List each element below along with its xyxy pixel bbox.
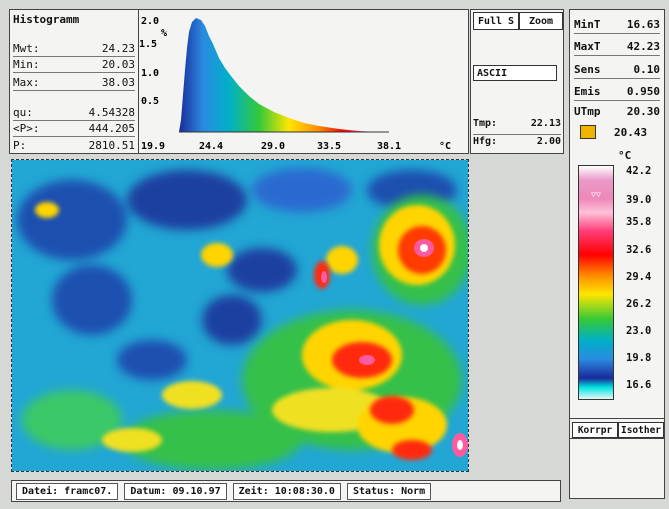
y-tick-0.5: 0.5 bbox=[141, 96, 159, 107]
param-emis[interactable]: Emis 0.950 bbox=[574, 83, 660, 101]
stat-label: qu: bbox=[13, 105, 33, 119]
param-value: 42.23 bbox=[626, 40, 660, 53]
scale-label-42.2: 42.2 bbox=[626, 165, 652, 177]
tmp-readout: Tmp: 22.13 bbox=[473, 118, 561, 135]
param-value: 20.30 bbox=[626, 105, 660, 118]
histogram-distribution bbox=[179, 18, 379, 132]
x-tick-33.5: 33.5 bbox=[317, 141, 341, 152]
stat-row-p-mean: <P>: 444.205 bbox=[13, 120, 135, 137]
stat-value: 20.03 bbox=[101, 57, 135, 71]
tmp-label: Tmp: bbox=[473, 118, 498, 129]
param-mint[interactable]: MinT 16.63 bbox=[574, 16, 660, 34]
y-unit-label: % bbox=[161, 28, 167, 39]
cursor-value: 20.43 bbox=[614, 126, 648, 139]
stat-label: Mwt: bbox=[13, 41, 40, 55]
scale-label-23.0: 23.0 bbox=[626, 325, 652, 337]
histogram-title: Histogramm bbox=[13, 13, 80, 26]
scale-label-32.6: 32.6 bbox=[626, 244, 652, 256]
param-value: 0.950 bbox=[626, 85, 660, 98]
histogram-stats-panel: Histogramm Mwt: 24.23 Min: 20.03 Max: 38.03… bbox=[9, 9, 139, 154]
full-screen-button[interactable]: Full S bbox=[473, 12, 519, 30]
param-utmp[interactable]: UTmp 20.30 bbox=[574, 103, 660, 120]
param-label: MinT bbox=[574, 18, 601, 31]
x-tick-29.0: 29.0 bbox=[261, 141, 285, 152]
thermal-image[interactable] bbox=[11, 159, 469, 472]
y-tick-2.0: 2.0 bbox=[141, 16, 159, 27]
param-value: 0.10 bbox=[633, 63, 661, 76]
scale-label-26.2: 26.2 bbox=[626, 298, 652, 310]
param-label: UTmp bbox=[574, 105, 601, 118]
x-unit-label: °C bbox=[439, 141, 451, 152]
hfg-value: 2.00 bbox=[536, 136, 561, 147]
zoom-button[interactable]: Zoom bbox=[519, 12, 563, 30]
param-label: Emis bbox=[574, 85, 601, 98]
stat-label: Max: bbox=[13, 75, 40, 89]
ascii-button[interactable]: ASCII bbox=[473, 65, 557, 81]
scale-label-29.4: 29.4 bbox=[626, 271, 652, 283]
status-mode: Status: Norm bbox=[346, 482, 432, 500]
scale-label-16.6: 16.6 bbox=[626, 379, 652, 391]
panel-divider bbox=[570, 418, 664, 419]
stat-value: 4.54328 bbox=[88, 105, 135, 119]
scale-unit: °C bbox=[618, 149, 632, 162]
status-filename: Datei: framc07. bbox=[16, 482, 119, 500]
camera-parameters-panel: MinT 16.63 MaxT 42.23 Sens 0.10 Emis 0.950 U… bbox=[569, 9, 665, 499]
param-value: 16.63 bbox=[626, 18, 660, 31]
status-time: Zeit: 10:08:30.0 bbox=[232, 482, 341, 500]
stat-value: 444.205 bbox=[88, 121, 135, 135]
stat-row-max: Max: 38.03 bbox=[13, 74, 135, 91]
stat-row-p: P: 2810.51 bbox=[13, 137, 135, 153]
y-tick-1.5: 1.5 bbox=[139, 39, 157, 50]
stat-value: 38.03 bbox=[101, 75, 135, 89]
isotherm-marker-icon: ▽▽ bbox=[591, 190, 601, 199]
param-label: MaxT bbox=[574, 40, 601, 53]
status-bar: Datei: framc07. Datum: 09.10.97 Zeit: 10… bbox=[11, 480, 561, 502]
scale-label-39.0: 39.0 bbox=[626, 194, 652, 206]
stat-label: <P>: bbox=[13, 121, 40, 135]
x-tick-38.1: 38.1 bbox=[377, 141, 401, 152]
isother-button[interactable]: Isother bbox=[618, 422, 664, 438]
scale-label-35.8: 35.8 bbox=[626, 216, 652, 228]
x-tick-24.4: 24.4 bbox=[199, 141, 223, 152]
scale-label-19.8: 19.8 bbox=[626, 352, 652, 364]
hfg-readout: Hfg: 2.00 bbox=[473, 136, 561, 152]
cursor-color-swatch bbox=[580, 125, 596, 139]
param-maxt[interactable]: MaxT 42.23 bbox=[574, 38, 660, 56]
stat-value: 2810.51 bbox=[88, 138, 135, 152]
histogram-controls: Full S Zoom ASCII Tmp: 22.13 Hfg: 2.00 bbox=[470, 9, 564, 154]
thermal-image-svg bbox=[12, 160, 468, 471]
histogram-plot: 2.0 % 1.5 1.0 0.5 19.9 24.4 29.0 33.5 38… bbox=[139, 9, 469, 154]
stat-label: P: bbox=[13, 138, 27, 152]
y-tick-1.0: 1.0 bbox=[141, 68, 159, 79]
stat-value: 24.23 bbox=[101, 41, 135, 55]
stat-row-min: Min: 20.03 bbox=[13, 56, 135, 73]
param-label: Sens bbox=[574, 63, 601, 76]
hfg-label: Hfg: bbox=[473, 136, 498, 147]
status-date: Datum: 09.10.97 bbox=[124, 482, 227, 500]
color-scale-bar bbox=[578, 165, 614, 400]
stat-row-qu: qu: 4.54328 bbox=[13, 104, 135, 121]
param-sens[interactable]: Sens 0.10 bbox=[574, 61, 660, 79]
stat-label: Min: bbox=[13, 57, 40, 71]
korrpr-button[interactable]: Korrpr bbox=[572, 422, 618, 438]
x-tick-19.9: 19.9 bbox=[141, 141, 165, 152]
tmp-value: 22.13 bbox=[530, 118, 561, 129]
panel-divider-bottom bbox=[570, 438, 664, 439]
histogram-svg: 2.0 % 1.5 1.0 0.5 19.9 24.4 29.0 33.5 38… bbox=[139, 16, 451, 152]
stat-row-mwt: Mwt: 24.23 bbox=[13, 40, 135, 57]
